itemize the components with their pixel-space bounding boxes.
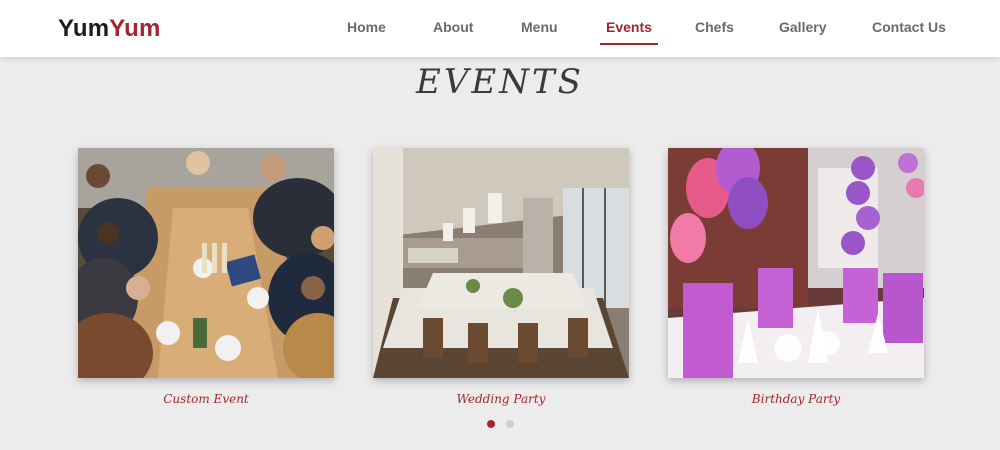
main-nav: Home About Menu Events Chefs Gallery Con… xyxy=(0,19,1000,49)
event-caption-wedding[interactable]: Wedding Party xyxy=(373,392,629,406)
carousel-dot-2[interactable] xyxy=(506,420,514,428)
event-caption-custom[interactable]: Custom Event xyxy=(78,392,334,406)
event-card-birthday[interactable] xyxy=(668,148,924,378)
nav-item-gallery[interactable]: Gallery xyxy=(779,19,826,35)
nav-item-home[interactable]: Home xyxy=(347,19,386,35)
nav-item-events[interactable]: Events xyxy=(600,19,658,45)
event-card-wedding[interactable] xyxy=(373,148,629,378)
event-card-custom[interactable] xyxy=(78,148,334,378)
event-image-wedding-party xyxy=(373,148,629,378)
event-image-custom-event xyxy=(78,148,334,378)
carousel-dot-1[interactable] xyxy=(487,420,495,428)
section-title: EVENTS xyxy=(416,62,584,102)
nav-item-menu[interactable]: Menu xyxy=(521,19,558,35)
nav-item-contact-us[interactable]: Contact Us xyxy=(872,19,946,35)
nav-item-chefs[interactable]: Chefs xyxy=(695,19,734,35)
navbar: YumYum Home About Menu Events Chefs Gall… xyxy=(0,0,1000,57)
nav-item-about[interactable]: About xyxy=(433,19,473,35)
event-caption-birthday[interactable]: Birthday Party xyxy=(668,392,924,406)
event-image-birthday-party xyxy=(668,148,924,378)
